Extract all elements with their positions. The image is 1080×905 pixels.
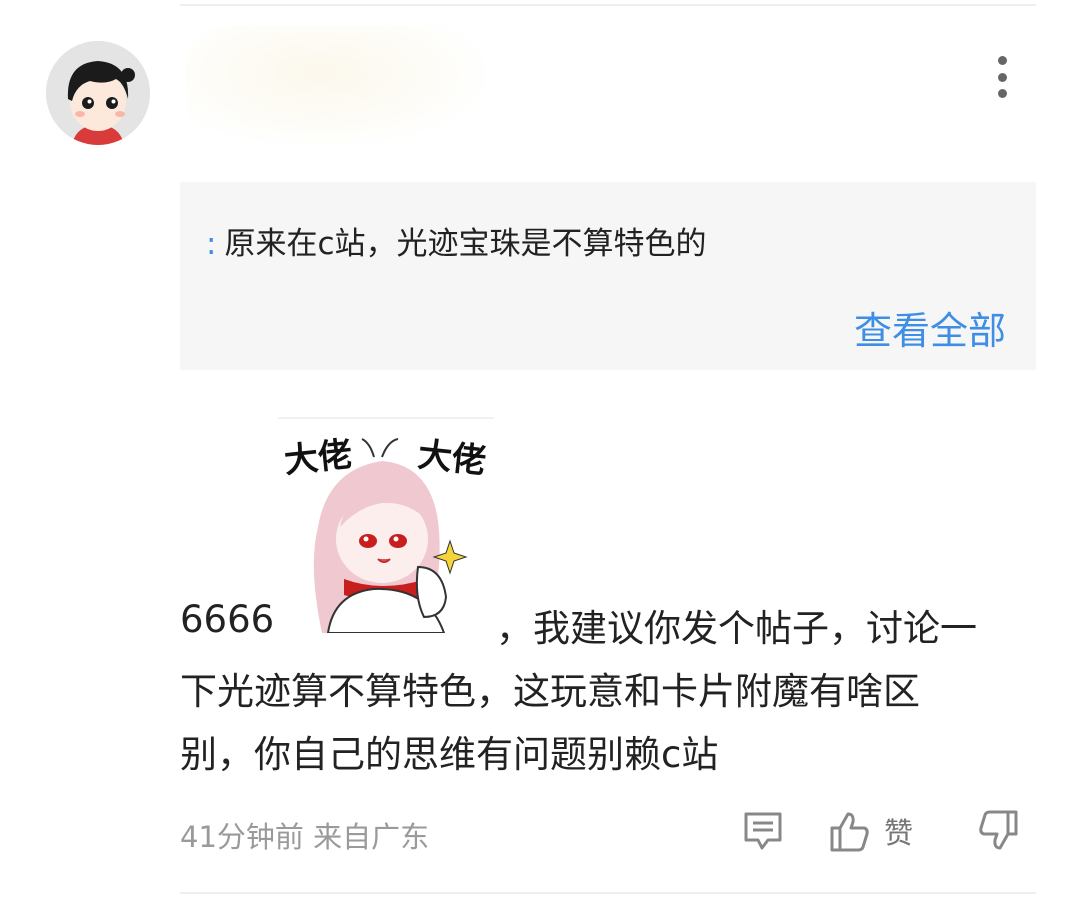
avatar-image	[46, 41, 150, 145]
reply-button[interactable]	[740, 806, 786, 856]
comment-text-line1-start: 6666	[180, 598, 275, 641]
sticker-caption-right: 大佬	[416, 435, 488, 482]
thumbs-down-icon	[979, 810, 1018, 850]
comment-text-line1-end: ，我建议你发个帖子，讨论一	[496, 607, 977, 650]
top-divider	[180, 4, 1036, 6]
bottom-divider	[180, 892, 1036, 894]
more-vertical-icon	[997, 56, 1007, 65]
dislike-button[interactable]	[976, 806, 1022, 856]
comment-location: 来自广东	[313, 820, 430, 854]
quote-colon: :	[206, 226, 217, 262]
like-label: 赞	[884, 816, 914, 850]
quoted-text: 原来在c站，光迹宝珠是不算特色的	[224, 226, 707, 262]
like-button[interactable]: 赞	[826, 806, 913, 856]
username-blurred	[186, 26, 486, 146]
anime-girl-sticker: 大佬 大佬	[282, 435, 488, 634]
comment-meta: 41分钟前 来自广东	[180, 814, 429, 856]
comment-text-line2: 下光迹算不算特色，这玩意和卡片附魔有啥区	[180, 670, 920, 713]
quoted-reply[interactable]: : 原来在c站，光迹宝珠是不算特色的 查看全部	[180, 182, 1036, 370]
sticker-caption-left: 大佬	[282, 435, 354, 482]
user-avatar[interactable]	[46, 41, 150, 145]
more-options-button[interactable]	[984, 52, 1020, 102]
view-all-link[interactable]: 查看全部	[854, 300, 1006, 355]
comment-time: 41分钟前	[180, 820, 304, 854]
thumbs-up-icon	[830, 812, 869, 852]
comment-text-line3: 别，你自己的思维有问题别赖c站	[180, 733, 719, 776]
sticker-image[interactable]: 大佬 大佬	[278, 417, 494, 634]
quoted-text-line: : 原来在c站，光迹宝珠是不算特色的	[206, 218, 707, 263]
comment-icon	[744, 812, 782, 850]
